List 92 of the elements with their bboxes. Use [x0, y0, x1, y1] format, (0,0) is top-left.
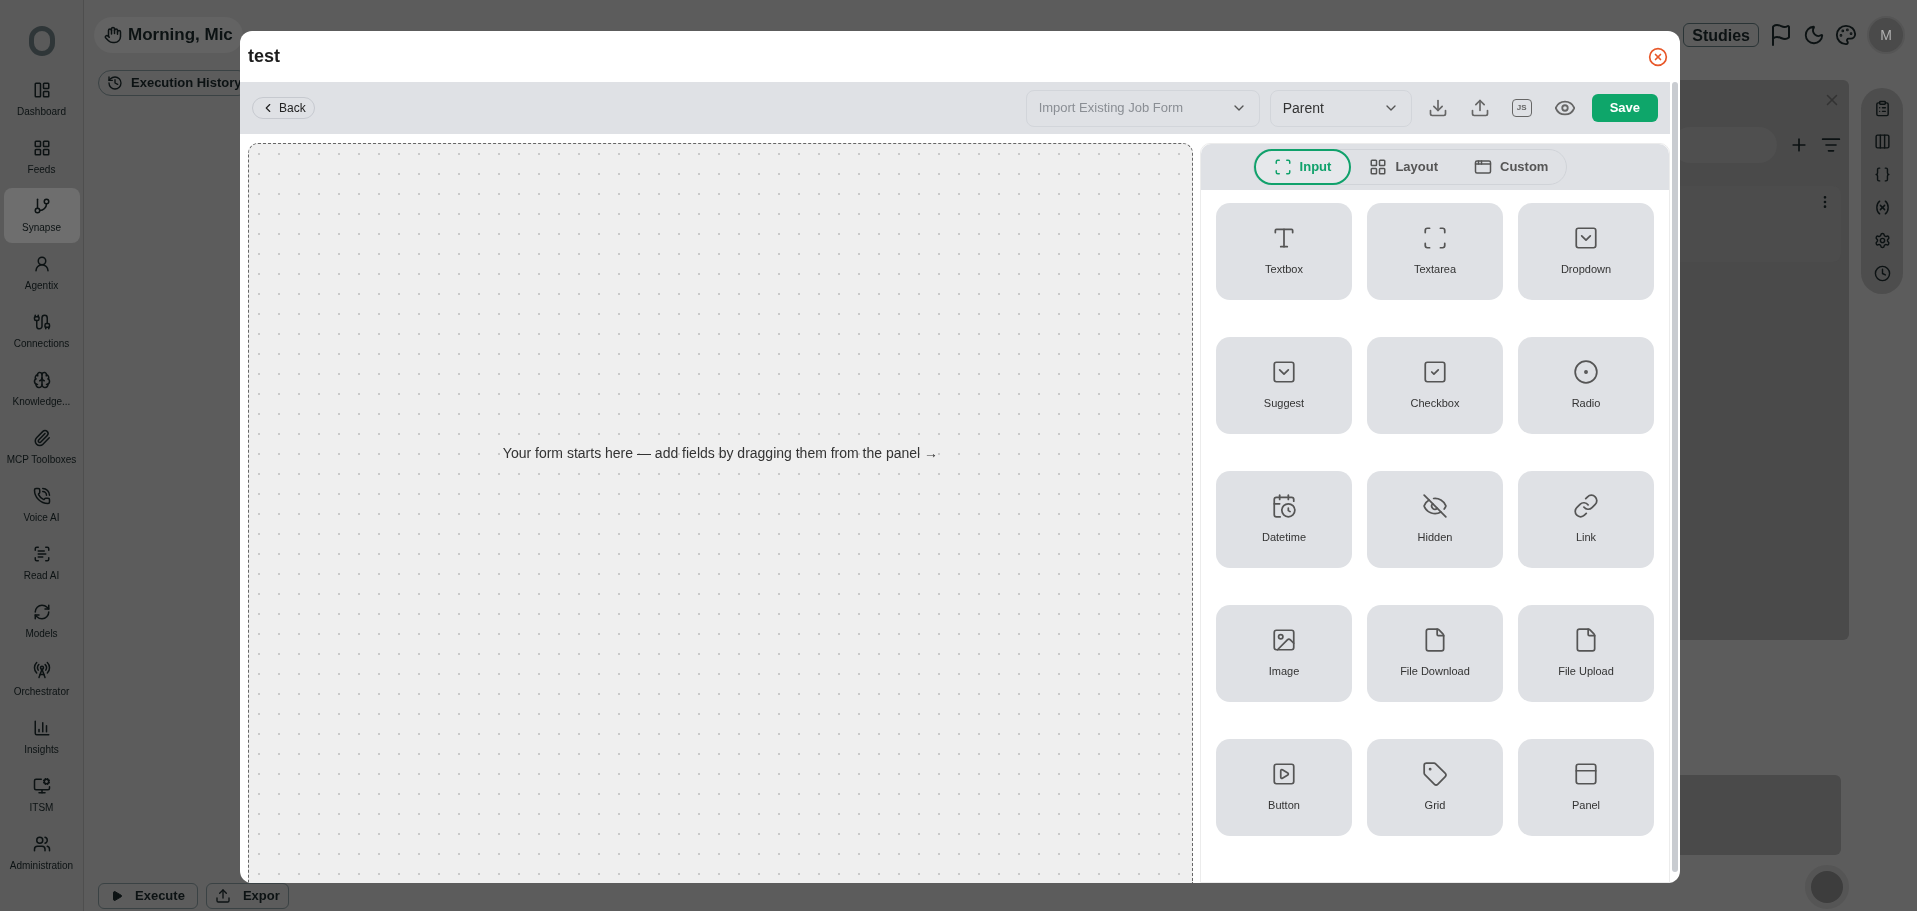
js-button[interactable]: JS	[1511, 99, 1532, 117]
radio-icon	[1573, 359, 1599, 386]
component-tile[interactable]: Grid	[1367, 739, 1503, 836]
braces-icon[interactable]	[1873, 166, 1891, 183]
sidebar-item[interactable]: ITSM	[3, 768, 80, 823]
eye-off-icon	[1422, 493, 1448, 520]
save-button[interactable]: Save	[1591, 94, 1658, 122]
settings-icon[interactable]	[1873, 232, 1891, 249]
sidebar-item[interactable]: Feeds	[3, 130, 80, 185]
component-tile[interactable]: Textarea	[1367, 203, 1503, 300]
component-tile[interactable]: Link	[1518, 471, 1654, 568]
columns-icon[interactable]	[1873, 133, 1891, 150]
play-square-icon	[1271, 761, 1297, 788]
play-icon	[111, 890, 123, 902]
sidebar-item[interactable]: Orchestrator	[3, 652, 80, 707]
avatar[interactable]: M	[1867, 16, 1905, 54]
upload-icon[interactable]	[1469, 98, 1490, 118]
sidebar-item[interactable]: Administration	[3, 826, 80, 881]
execute-button[interactable]: Execute	[98, 883, 198, 909]
dropdown-icon	[1271, 359, 1297, 386]
history-icon	[107, 75, 123, 91]
sidebar-item[interactable]: Agentix	[3, 246, 80, 301]
users-icon	[32, 834, 51, 853]
flag-icon[interactable]	[1769, 23, 1793, 47]
scan-text-icon	[32, 544, 51, 563]
brain-icon	[32, 370, 51, 389]
tab[interactable]: Layout	[1351, 149, 1456, 185]
component-tile[interactable]: Hidden	[1367, 471, 1503, 568]
refresh-icon	[32, 602, 51, 621]
sidebar-item[interactable]: Connections	[3, 304, 80, 359]
tag-icon	[1422, 761, 1448, 788]
scrollbar[interactable]	[1672, 82, 1678, 872]
component-tile[interactable]: File Upload	[1518, 605, 1654, 702]
file-icon	[1422, 627, 1448, 654]
checkbox-icon	[1422, 359, 1448, 386]
sidebar-item[interactable]: Read AI	[3, 536, 80, 591]
close-icon[interactable]	[1648, 46, 1668, 67]
parent-select[interactable]: Parent	[1269, 89, 1412, 127]
hand-icon	[104, 26, 122, 44]
sidebar-item[interactable]: Insights	[3, 710, 80, 765]
monitor-gear-icon	[32, 776, 51, 795]
tower-icon	[32, 660, 51, 679]
sidebar-item[interactable]: MCP Toolboxes	[3, 420, 80, 475]
component-tile[interactable]: Image	[1216, 605, 1352, 702]
studies-button[interactable]: Studies	[1683, 23, 1759, 47]
greeting-pill: Morning, Mic	[94, 17, 243, 53]
component-tile[interactable]: File Download	[1367, 605, 1503, 702]
tab[interactable]: Custom	[1456, 149, 1567, 185]
sidebar-item[interactable]: Knowledge...	[3, 362, 80, 417]
moon-icon[interactable]	[1803, 24, 1825, 46]
chart-icon	[32, 718, 51, 737]
cable-icon	[32, 312, 51, 331]
frame-icon	[1273, 158, 1292, 176]
link-icon	[1573, 493, 1599, 520]
component-tile[interactable]: Button	[1216, 739, 1352, 836]
component-tile[interactable]: Datetime	[1216, 471, 1352, 568]
component-tile[interactable]: Checkbox	[1367, 337, 1503, 434]
sidebar-item[interactable]: Models	[3, 594, 80, 649]
grid-icon	[32, 138, 51, 157]
frame-icon	[1422, 225, 1448, 252]
panel-icon	[1573, 761, 1599, 788]
phone-icon	[32, 486, 51, 505]
canvas-hint: Your form starts here — add fields by dragging them from the panel →	[502, 444, 939, 463]
variable-icon[interactable]	[1873, 199, 1891, 216]
file-icon	[1573, 627, 1599, 654]
upload-icon	[214, 888, 231, 904]
calendar-clock-icon	[1271, 493, 1297, 520]
sidebar-item[interactable]: Synapse	[3, 188, 80, 243]
component-tile[interactable]: Dropdown	[1518, 203, 1654, 300]
sidebar-item[interactable]: Dashboard	[3, 72, 80, 127]
dashboard-icon	[32, 80, 51, 99]
logo-icon[interactable]	[1805, 865, 1849, 909]
paperclip-icon	[32, 428, 51, 447]
tab[interactable]: Input	[1253, 149, 1352, 185]
component-tile[interactable]: Suggest	[1216, 337, 1352, 434]
filter-icon[interactable]	[1821, 135, 1841, 155]
window-icon	[1474, 158, 1492, 176]
grid-icon	[1369, 158, 1388, 176]
sidebar-item[interactable]: Voice AI	[3, 478, 80, 533]
palette-icon[interactable]	[1835, 24, 1857, 46]
download-icon[interactable]	[1427, 98, 1448, 118]
clipboard-icon[interactable]	[1873, 100, 1891, 117]
branch-icon	[32, 196, 51, 215]
clock-icon[interactable]	[1873, 265, 1891, 282]
dropdown-icon	[1573, 225, 1599, 252]
component-tile[interactable]: Radio	[1518, 337, 1654, 434]
component-tile[interactable]: Panel	[1518, 739, 1654, 836]
dialog-title: test	[248, 45, 280, 68]
image-icon	[1271, 627, 1297, 654]
component-tile[interactable]: Textbox	[1216, 203, 1352, 300]
user-icon	[32, 254, 51, 273]
logo-icon	[28, 26, 55, 56]
